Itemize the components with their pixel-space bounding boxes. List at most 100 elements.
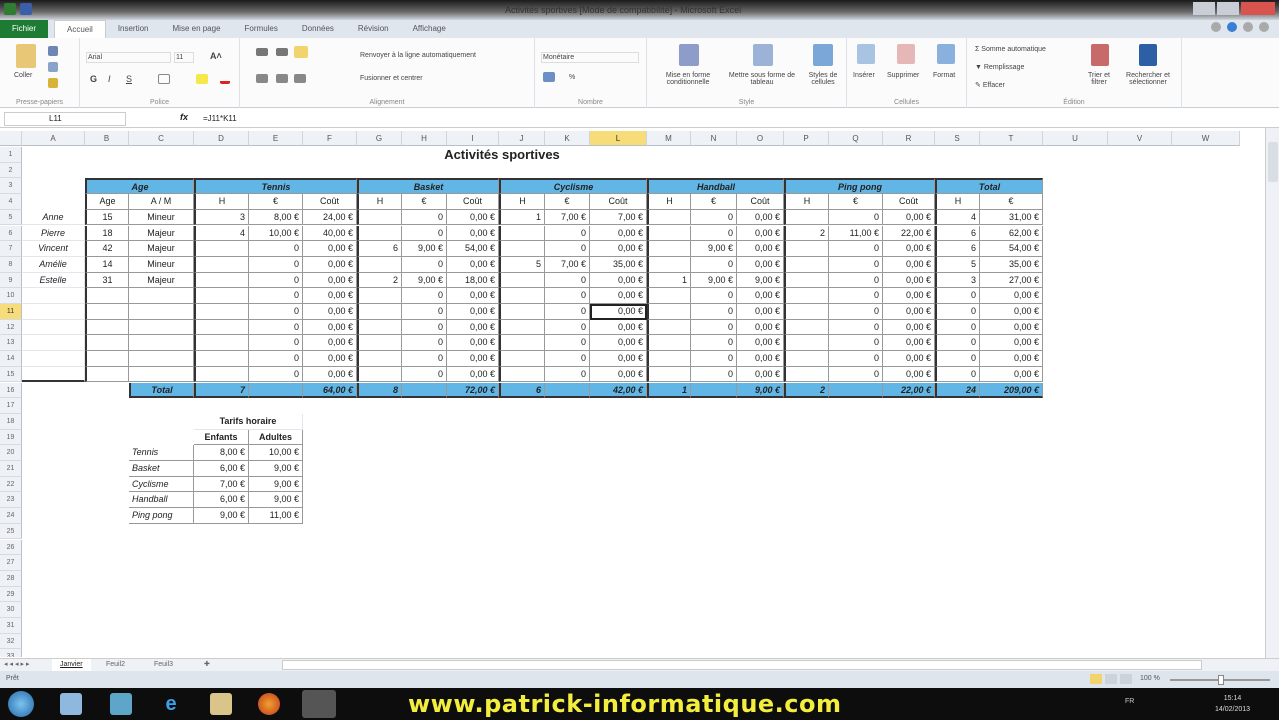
page-break-view-icon[interactable] <box>1120 674 1132 684</box>
row-header-25[interactable]: 25 <box>0 523 22 540</box>
align-right-icon[interactable] <box>294 74 306 83</box>
align-bottom-icon[interactable] <box>294 46 308 58</box>
row-header-10[interactable]: 10 <box>0 288 22 304</box>
row-header-20[interactable]: 20 <box>0 445 22 461</box>
maximize-button[interactable] <box>1217 2 1239 15</box>
row-header-23[interactable]: 23 <box>0 492 22 509</box>
close-button[interactable] <box>1241 2 1275 15</box>
scroll-thumb[interactable] <box>1268 142 1278 182</box>
ribbon-tab-affichage[interactable]: Affichage <box>401 20 458 38</box>
row-header-32[interactable]: 32 <box>0 633 22 650</box>
binoculars-icon[interactable] <box>1139 44 1157 66</box>
paste-icon[interactable] <box>16 44 36 68</box>
vertical-scrollbar[interactable] <box>1265 128 1279 658</box>
column-header-G[interactable]: G <box>357 131 402 146</box>
sort-filter-button[interactable]: Trier et filtrer <box>1081 72 1117 86</box>
excel-taskbar-icon[interactable] <box>302 690 336 718</box>
align-middle-icon[interactable] <box>276 48 288 56</box>
column-header-V[interactable]: V <box>1108 131 1172 146</box>
language-indicator[interactable]: FR <box>1125 698 1134 705</box>
fill-color-icon[interactable] <box>196 74 208 84</box>
column-header-B[interactable]: B <box>85 131 129 146</box>
percent-icon[interactable]: % <box>569 74 575 81</box>
column-header-O[interactable]: O <box>737 131 784 146</box>
cell-styles-icon[interactable] <box>813 44 833 66</box>
sort-filter-icon[interactable] <box>1091 44 1109 66</box>
font-size-select[interactable]: 11 <box>174 52 194 63</box>
normal-view-icon[interactable] <box>1090 674 1102 684</box>
column-header-T[interactable]: T <box>980 131 1043 146</box>
zoom-slider[interactable] <box>1170 675 1270 685</box>
column-header-W[interactable]: W <box>1172 131 1240 146</box>
row-header-11[interactable]: 11 <box>0 304 22 320</box>
row-header-30[interactable]: 30 <box>0 602 22 618</box>
table-format-button[interactable]: Mettre sous forme de tableau <box>723 72 801 86</box>
clock[interactable]: 15:14 14/02/2013 <box>1215 693 1250 715</box>
column-header-J[interactable]: J <box>499 131 545 146</box>
column-header-H[interactable]: H <box>402 131 447 146</box>
insert-button[interactable]: Insérer <box>853 72 875 79</box>
conditional-format-button[interactable]: Mise en forme conditionnelle <box>653 72 723 86</box>
currency-icon[interactable] <box>543 72 555 82</box>
sheet-tab-janvier[interactable]: Janvier <box>52 659 91 671</box>
column-header-D[interactable]: D <box>194 131 249 146</box>
column-header-P[interactable]: P <box>784 131 829 146</box>
row-header-18[interactable]: 18 <box>0 413 22 430</box>
font-name-select[interactable]: Arial <box>86 52 171 63</box>
column-header-U[interactable]: U <box>1043 131 1108 146</box>
horizontal-scrollbar[interactable] <box>282 660 1202 670</box>
column-header-L[interactable]: L <box>590 131 647 146</box>
underline-button[interactable]: S <box>126 74 132 84</box>
column-header-N[interactable]: N <box>691 131 737 146</box>
sheet-tab-feuil2[interactable]: Feuil2 <box>98 659 133 671</box>
format-icon[interactable] <box>937 44 955 64</box>
delete-button[interactable]: Supprimer <box>887 72 919 79</box>
column-header-E[interactable]: E <box>249 131 303 146</box>
ribbon-tab-fichier[interactable]: Fichier <box>0 20 49 38</box>
align-left-icon[interactable] <box>256 74 268 83</box>
selected-cell[interactable]: 0,00 € <box>590 304 647 320</box>
sheet-nav-arrows[interactable]: ◂◂◂▸▸ <box>4 660 32 668</box>
ribbon-tab-données[interactable]: Données <box>290 20 346 38</box>
row-header-27[interactable]: 27 <box>0 555 22 571</box>
row-header-16[interactable]: 16 <box>0 382 22 399</box>
firefox-icon[interactable] <box>258 693 280 715</box>
taskbar-documents-icon[interactable] <box>60 693 82 715</box>
start-button[interactable] <box>8 691 34 717</box>
zoom-slider-thumb[interactable] <box>1218 675 1224 685</box>
row-header-4[interactable]: 4 <box>0 194 22 210</box>
row-header-6[interactable]: 6 <box>0 225 22 242</box>
row-header-33[interactable]: 33 <box>0 649 22 657</box>
align-top-icon[interactable] <box>256 48 268 56</box>
select-all-corner[interactable] <box>0 131 22 146</box>
wrap-text-button[interactable]: Renvoyer à la ligne automatiquement <box>360 52 476 59</box>
minimize-button[interactable] <box>1193 2 1215 15</box>
italic-button[interactable]: I <box>108 74 111 84</box>
copy-icon[interactable] <box>48 62 58 72</box>
font-color-icon[interactable] <box>220 72 230 84</box>
fill-button[interactable]: ▼ Remplissage <box>975 64 1024 71</box>
row-header-28[interactable]: 28 <box>0 570 22 587</box>
file-explorer-icon[interactable] <box>210 693 232 715</box>
page-layout-view-icon[interactable] <box>1105 674 1117 684</box>
row-header-7[interactable]: 7 <box>0 241 22 257</box>
minimize-ribbon-icon[interactable] <box>1211 22 1221 32</box>
help-icon[interactable] <box>1227 22 1237 32</box>
cell-styles-button[interactable]: Styles de cellules <box>801 72 845 86</box>
format-painter-icon[interactable] <box>48 78 58 88</box>
align-center-icon[interactable] <box>276 74 288 83</box>
row-header-19[interactable]: 19 <box>0 429 22 446</box>
column-header-A[interactable]: A <box>22 131 85 146</box>
column-header-I[interactable]: I <box>447 131 499 146</box>
column-header-Q[interactable]: Q <box>829 131 883 146</box>
insert-function-icon[interactable]: fx <box>180 112 188 122</box>
row-header-24[interactable]: 24 <box>0 508 22 524</box>
ribbon-tab-insertion[interactable]: Insertion <box>106 20 161 38</box>
autosum-button[interactable]: Σ Somme automatique <box>975 46 1046 53</box>
column-header-C[interactable]: C <box>129 131 194 146</box>
row-header-9[interactable]: 9 <box>0 272 22 289</box>
row-header-5[interactable]: 5 <box>0 209 22 226</box>
row-header-12[interactable]: 12 <box>0 319 22 336</box>
row-header-22[interactable]: 22 <box>0 476 22 493</box>
delete-icon[interactable] <box>897 44 915 64</box>
